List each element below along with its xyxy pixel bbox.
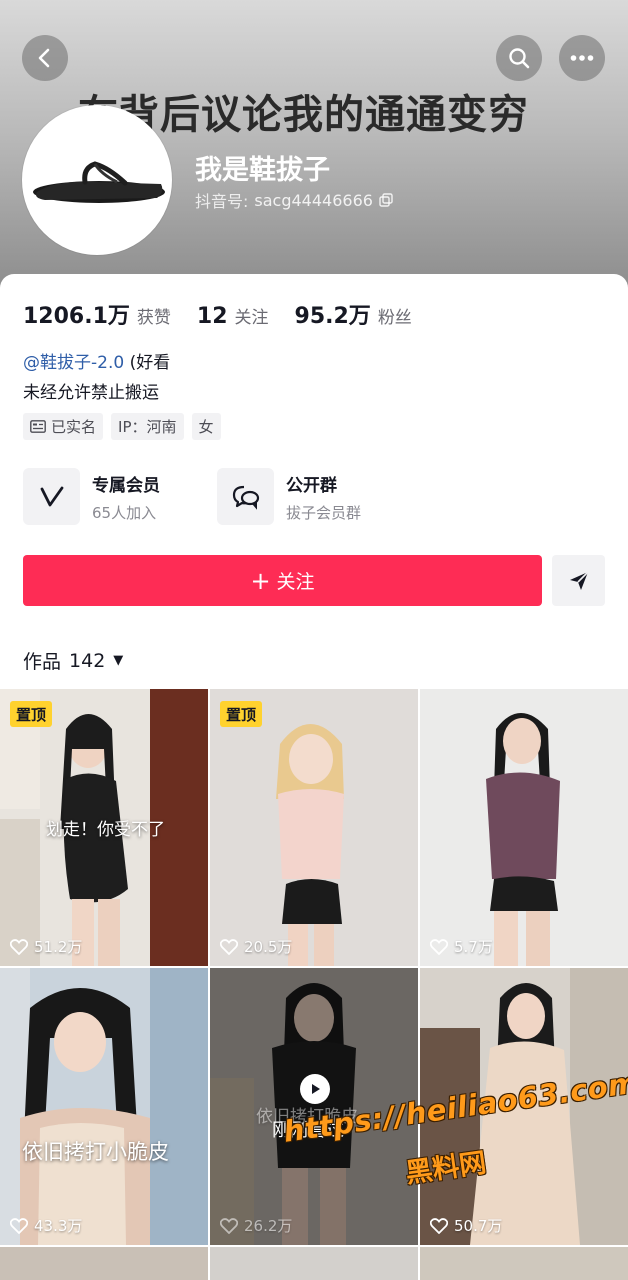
group-icon-box xyxy=(217,468,274,525)
heart-icon xyxy=(220,1217,238,1234)
video-likes: 26.2万 xyxy=(220,1215,292,1236)
membership-v-icon xyxy=(40,486,63,506)
video-likes-count: 50.7万 xyxy=(454,1217,503,1235)
video-cover-image xyxy=(0,968,208,1245)
douyin-id-label: 抖音号: xyxy=(195,192,249,211)
video-likes-count: 43.3万 xyxy=(34,1217,83,1235)
bio-mention-link[interactable]: @鞋拔子-2.0 xyxy=(23,353,124,373)
video-caption: 划走！你受不了 xyxy=(46,820,165,840)
video-thumbnail[interactable] xyxy=(420,1247,628,1280)
works-label: 作品 xyxy=(23,651,62,673)
plus-icon: + xyxy=(250,566,271,595)
follow-label: 关注 xyxy=(276,571,315,593)
video-thumbnail[interactable]: 置顶 20.5万 xyxy=(210,689,418,966)
followers-label: 粉丝 xyxy=(377,308,412,328)
chat-bubbles-icon xyxy=(232,485,259,510)
exclusive-membership-entry[interactable]: 专属会员 65人加入 xyxy=(23,468,160,525)
heart-icon xyxy=(10,938,28,955)
back-button[interactable] xyxy=(22,35,68,81)
followers-count[interactable]: 95.2万 xyxy=(295,298,371,330)
works-tab[interactable]: 作品 142 ▼ xyxy=(23,647,123,674)
video-likes: 5.7万 xyxy=(430,936,493,957)
works-count: 142 xyxy=(69,649,106,672)
caret-down-icon: ▼ xyxy=(113,653,124,668)
video-thumbnail[interactable]: 5.7万 xyxy=(420,689,628,966)
play-icon xyxy=(300,1074,330,1104)
copy-icon[interactable] xyxy=(379,193,393,207)
video-likes-count: 51.2万 xyxy=(34,938,83,956)
video-likes-count: 5.7万 xyxy=(454,938,493,956)
video-likes: 51.2万 xyxy=(10,936,82,957)
verified-tag: 已实名 xyxy=(23,413,104,440)
bio-text: (好看 xyxy=(124,353,171,373)
flip-flop-avatar-image xyxy=(25,108,169,252)
video-thumbnail[interactable] xyxy=(0,1247,208,1280)
nickname: 我是鞋拔子 xyxy=(195,155,330,186)
group-subtitle: 拔子会员群 xyxy=(286,503,362,522)
gender-tag: 女 xyxy=(191,413,221,440)
membership-title: 专属会员 xyxy=(92,475,160,496)
video-likes-count: 26.2万 xyxy=(244,1217,293,1235)
following-count[interactable]: 12 xyxy=(197,304,228,329)
bio-line-2: 未经允许禁止搬运 xyxy=(23,383,159,403)
douyin-id[interactable]: 抖音号: sacg44446666 xyxy=(195,188,393,212)
follow-button[interactable]: + 关注 xyxy=(23,555,542,606)
group-title: 公开群 xyxy=(286,475,337,496)
douyin-id-value: sacg44446666 xyxy=(254,190,373,210)
verified-tag-label: 已实名 xyxy=(51,418,97,436)
share-button[interactable] xyxy=(552,555,605,606)
profile-tags: 已实名 IP：河南 女 xyxy=(23,413,221,440)
video-likes: 43.3万 xyxy=(10,1215,82,1236)
video-cover-image xyxy=(420,689,628,966)
heart-icon xyxy=(430,938,448,955)
send-arrow-icon xyxy=(569,570,589,590)
heart-icon xyxy=(10,1217,28,1234)
video-likes: 20.5万 xyxy=(220,936,292,957)
membership-subtitle: 65人加入 xyxy=(92,503,157,522)
search-icon xyxy=(509,48,530,69)
more-button[interactable] xyxy=(559,35,605,81)
membership-icon-box xyxy=(23,468,80,525)
video-thumbnail[interactable]: 依旧拷打小脆皮 43.3万 xyxy=(0,968,208,1245)
video-likes: 50.7万 xyxy=(430,1215,502,1236)
following-label: 关注 xyxy=(234,308,269,328)
bio-line-1: @鞋拔子-2.0 (好看 xyxy=(23,348,170,373)
video-thumbnail[interactable]: 置顶 划走！你受不了 51.2万 xyxy=(0,689,208,966)
avatar[interactable] xyxy=(22,105,172,255)
video-likes-count: 20.5万 xyxy=(244,938,293,956)
video-cover-image xyxy=(210,689,418,966)
chevron-left-icon xyxy=(38,48,50,68)
video-thumbnail[interactable] xyxy=(210,1247,418,1280)
more-dots-icon xyxy=(570,55,594,61)
stats-bar: 1206.1万 获赞 12 关注 95.2万 粉丝 xyxy=(23,298,438,330)
pinned-badge: 置顶 xyxy=(10,701,53,727)
ip-tag-label: IP：河南 xyxy=(118,418,177,436)
ip-tag: IP：河南 xyxy=(111,413,184,440)
search-button[interactable] xyxy=(496,35,542,81)
public-group-entry[interactable]: 公开群 拔子会员群 xyxy=(217,468,361,525)
likes-count[interactable]: 1206.1万 xyxy=(23,298,130,330)
video-caption: 依旧拷打小脆皮 xyxy=(22,1140,169,1164)
id-card-icon xyxy=(30,420,46,433)
heart-icon xyxy=(430,1217,448,1234)
pinned-badge: 置顶 xyxy=(220,701,263,727)
gender-tag-label: 女 xyxy=(198,418,214,436)
heart-icon xyxy=(220,938,238,955)
likes-label: 获赞 xyxy=(136,308,171,328)
